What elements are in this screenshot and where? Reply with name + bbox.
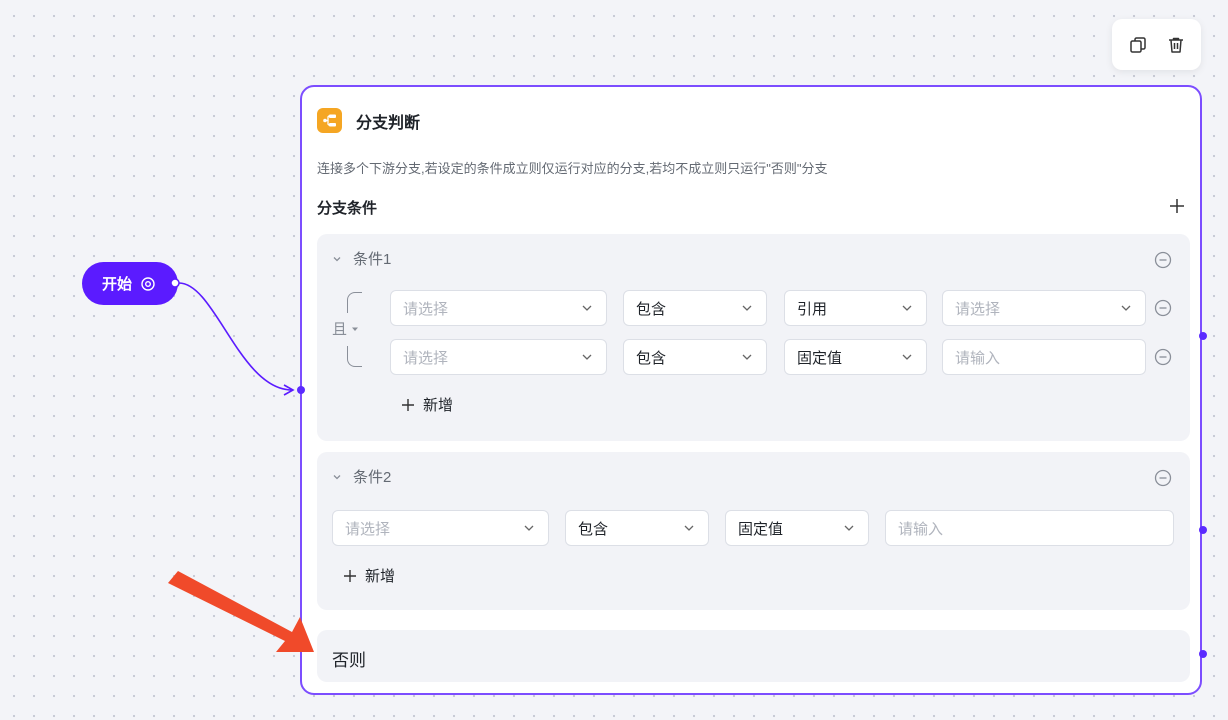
condition-title-1: 条件1	[353, 251, 392, 268]
variable-select-placeholder: 请选择	[403, 300, 449, 318]
else-branch: 否则	[317, 630, 1190, 682]
variable-select-placeholder: 请选择	[345, 520, 391, 538]
plus-icon	[1170, 199, 1184, 213]
chevron-down-icon	[740, 301, 754, 315]
node-description: 连接多个下游分支,若设定的条件成立则仅运行对应的分支,若均不成立则只运行"否则"…	[317, 161, 828, 176]
condition-header-1[interactable]: 条件1	[331, 248, 391, 269]
value-select-placeholder: 请选择	[955, 300, 1001, 318]
remove-condition-2-button[interactable]	[1154, 469, 1172, 487]
value-type-value: 固定值	[797, 349, 843, 367]
remove-row-button[interactable]	[1154, 299, 1172, 317]
section-title: 分支条件	[317, 200, 378, 217]
remove-condition-1-button[interactable]	[1154, 251, 1172, 269]
edge-arrowhead	[283, 384, 295, 396]
add-branch-button[interactable]	[1166, 195, 1188, 217]
logic-and-selector[interactable]: 且	[332, 318, 359, 339]
value-input[interactable]: 请输入	[942, 339, 1146, 375]
add-condition-row-button[interactable]: 新增	[343, 565, 395, 586]
operator-select[interactable]: 包含	[623, 339, 767, 375]
value-input-placeholder: 请输入	[898, 520, 944, 538]
input-port[interactable]	[297, 386, 305, 394]
variable-select[interactable]: 请选择	[390, 339, 607, 375]
logic-bracket-top	[347, 292, 362, 313]
operator-select[interactable]: 包含	[623, 290, 767, 326]
plus-icon	[344, 569, 356, 582]
connection-edge	[178, 282, 293, 391]
chevron-down-icon	[331, 471, 343, 483]
logic-and-label: 且	[332, 321, 348, 338]
settings-icon	[140, 276, 156, 292]
output-port-condition-1[interactable]	[1199, 332, 1207, 340]
variable-select[interactable]: 请选择	[390, 290, 607, 326]
chevron-down-icon	[1119, 301, 1133, 315]
branch-icon	[317, 108, 342, 133]
condition-title-2: 条件2	[353, 469, 392, 486]
value-type-value: 固定值	[738, 520, 784, 538]
minus-circle-icon	[1154, 469, 1172, 487]
value-type-select[interactable]: 固定值	[784, 339, 927, 375]
remove-row-button[interactable]	[1154, 348, 1172, 366]
node-title: 分支判断	[356, 114, 421, 132]
chevron-down-icon	[900, 350, 914, 364]
add-row-label: 新增	[423, 397, 454, 414]
minus-circle-icon	[1154, 251, 1172, 269]
copy-icon[interactable]	[1127, 34, 1149, 56]
variable-select[interactable]: 请选择	[332, 510, 549, 546]
minus-circle-icon	[1154, 299, 1172, 317]
chevron-down-icon	[522, 521, 536, 535]
node-toolbar	[1112, 19, 1201, 70]
node-header: 分支判断	[317, 108, 420, 133]
value-input-placeholder: 请输入	[955, 349, 1001, 367]
output-port-condition-2[interactable]	[1199, 526, 1207, 534]
operator-select[interactable]: 包含	[565, 510, 709, 546]
condition-header-2[interactable]: 条件2	[331, 466, 391, 487]
value-select[interactable]: 请选择	[942, 290, 1146, 326]
chevron-down-icon	[740, 350, 754, 364]
logic-bracket-bottom	[347, 346, 362, 367]
chevron-down-icon	[580, 350, 594, 364]
minus-circle-icon	[1154, 348, 1172, 366]
else-label: 否则	[332, 651, 366, 670]
value-type-value: 引用	[797, 300, 828, 318]
chevron-down-icon	[682, 521, 696, 535]
value-type-select[interactable]: 固定值	[725, 510, 869, 546]
branch-judgment-node[interactable]: 分支判断 连接多个下游分支,若设定的条件成立则仅运行对应的分支,若均不成立则只运…	[300, 85, 1202, 695]
chevron-down-icon	[331, 253, 343, 265]
operator-value: 包含	[636, 300, 667, 318]
add-condition-row-button[interactable]: 新增	[401, 394, 453, 415]
chevron-down-icon	[900, 301, 914, 315]
chevron-down-icon	[580, 301, 594, 315]
start-node[interactable]: 开始	[82, 262, 178, 305]
value-type-select[interactable]: 引用	[784, 290, 927, 326]
caret-down-icon	[352, 327, 359, 331]
operator-value: 包含	[636, 349, 667, 367]
chevron-down-icon	[842, 521, 856, 535]
condition-panel-2: 条件2 请选择 包含 固定值 请输入 新增	[317, 452, 1190, 610]
value-input[interactable]: 请输入	[885, 510, 1174, 546]
condition-panel-1: 条件1 且 请选择 包含 引用 请选择 请选择 包含 固定值 请输入 新增	[317, 234, 1190, 441]
start-node-label: 开始	[102, 276, 133, 293]
operator-value: 包含	[578, 520, 609, 538]
plus-icon	[402, 398, 414, 411]
add-row-label: 新增	[365, 568, 396, 585]
output-port-else[interactable]	[1199, 650, 1207, 658]
annotation-arrow-icon	[168, 571, 314, 652]
trash-icon[interactable]	[1165, 34, 1187, 56]
variable-select-placeholder: 请选择	[403, 349, 449, 367]
